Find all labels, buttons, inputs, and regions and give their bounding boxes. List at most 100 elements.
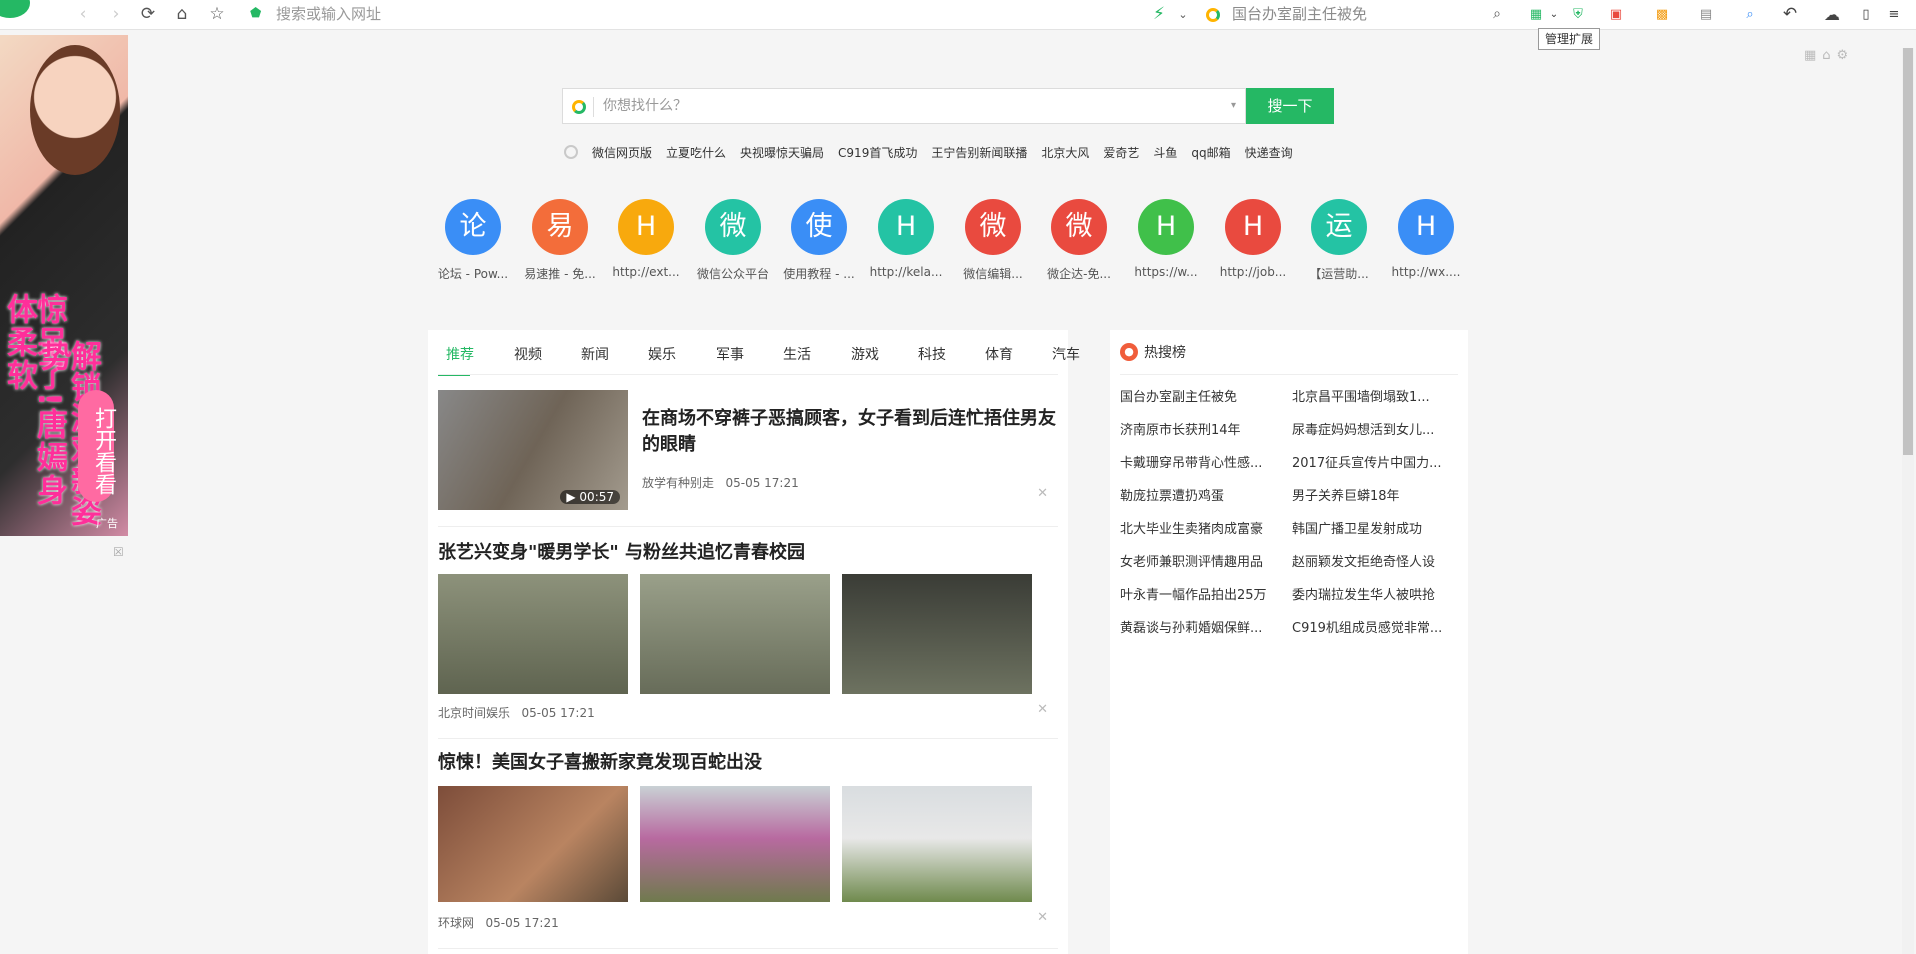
app-shortcut[interactable]: 使使用教程 - ... xyxy=(776,199,862,282)
hotword-link[interactable]: 北京大风 xyxy=(1041,144,1089,161)
hot-item[interactable]: 叶永青一幅作品拍出25万 xyxy=(1120,584,1285,603)
tab-recommend[interactable]: 推荐 xyxy=(438,344,482,376)
hotword-link[interactable]: 微信网页版 xyxy=(592,144,652,161)
forward-icon[interactable]: › xyxy=(105,3,127,25)
hotword-link[interactable]: qq邮箱 xyxy=(1191,144,1230,161)
chevron-down-icon[interactable]: ⌄ xyxy=(1172,3,1194,25)
hot-item[interactable]: 委内瑞拉发生华人被哄抢 xyxy=(1292,584,1457,603)
hot-item[interactable]: 国台办室副主任被免 xyxy=(1120,386,1285,405)
ad-close-icon[interactable]: ☒ xyxy=(113,546,126,559)
news-image[interactable] xyxy=(438,574,628,694)
tab-games[interactable]: 游戏 xyxy=(843,344,887,364)
hot-item[interactable]: C919机组成员感觉非常... xyxy=(1292,617,1457,636)
app-shortcut[interactable]: 论论坛 - Pow... xyxy=(430,199,516,282)
hotword-link[interactable]: 爱奇艺 xyxy=(1103,144,1139,161)
app-icon: 使 xyxy=(791,199,847,255)
news-title[interactable]: 张艺兴变身"暖男学长" 与粉丝共追忆青春校园 xyxy=(438,540,1058,566)
hot-item[interactable]: 女老师兼职测评情趣用品 xyxy=(1120,551,1285,570)
tab-video[interactable]: 视频 xyxy=(506,344,550,364)
tab-tech[interactable]: 科技 xyxy=(910,344,954,364)
news-item[interactable]: 张艺兴变身"暖男学长" 与粉丝共追忆青春校园 北京时间娱乐 05-05 17:2… xyxy=(438,540,1058,720)
news-image[interactable] xyxy=(842,786,1032,902)
hot-item[interactable]: 韩国广播卫星发射成功 xyxy=(1292,518,1457,537)
hot-item[interactable]: 黄磊谈与孙莉婚姻保鲜... xyxy=(1120,617,1285,636)
tab-life[interactable]: 生活 xyxy=(775,344,819,364)
hot-item[interactable]: 2017征兵宣传片中国力... xyxy=(1292,452,1457,471)
browser-logo[interactable] xyxy=(0,0,30,18)
refresh-icon[interactable]: ⟳ xyxy=(137,3,159,25)
news-item[interactable]: 惊悚！美国女子喜搬新家竟发现百蛇出没 环球网 05-05 17:21 ✕ xyxy=(438,750,1058,930)
cloud-icon[interactable]: ☁ xyxy=(1822,4,1842,24)
main-search-box[interactable]: 你想找什么？ ▾ xyxy=(562,88,1246,124)
close-icon[interactable]: ✕ xyxy=(1037,486,1048,501)
app-label: 微信公众平台 xyxy=(696,267,769,281)
app-shortcut[interactable]: 微微企达-免... xyxy=(1036,199,1122,282)
tab-entertainment[interactable]: 娱乐 xyxy=(640,344,684,364)
page-settings-icons[interactable]: ▦⌂⚙ xyxy=(1804,48,1862,66)
close-icon[interactable]: ✕ xyxy=(1037,702,1048,717)
mobile-icon[interactable]: ▯ xyxy=(1856,4,1876,24)
news-title[interactable]: 惊悚！美国女子喜搬新家竟发现百蛇出没 xyxy=(438,750,1058,776)
tab-news[interactable]: 新闻 xyxy=(573,344,617,364)
security-shield-icon[interactable]: ⛨ xyxy=(1568,4,1588,24)
hot-item[interactable]: 勒庞拉票遭扔鸡蛋 xyxy=(1120,485,1285,504)
app-label: http://ext... xyxy=(612,265,680,279)
magnifier-icon[interactable]: ⌕ xyxy=(1740,4,1760,24)
news-title[interactable]: 在商场不穿裤子恶搞顾客，女子看到后连忙捂住男友的眼睛 xyxy=(642,406,1062,458)
news-image[interactable] xyxy=(640,786,830,902)
left-ad-banner[interactable]: 惊呆了!唐嫣身体柔软 解锁游戏新姿势 打开看看 广告 xyxy=(0,35,128,536)
lightning-icon[interactable]: ⚡ xyxy=(1148,3,1170,25)
gear-icon[interactable] xyxy=(564,145,578,159)
hotword-link[interactable]: 立夏吃什么 xyxy=(666,144,726,161)
app-shortcut[interactable]: 易易速推 - 免... xyxy=(517,199,603,282)
hot-item[interactable]: 北大毕业生卖猪肉成富豪 xyxy=(1120,518,1285,537)
hotword-link[interactable]: 王宁告别新闻联播 xyxy=(931,144,1027,161)
app-shortcut[interactable]: 微微信编辑... xyxy=(950,199,1036,282)
hot-item[interactable]: 北京昌平围墙倒塌致1... xyxy=(1292,386,1457,405)
home-icon[interactable]: ⌂ xyxy=(171,3,193,25)
menu-icon[interactable]: ≡ xyxy=(1884,4,1904,24)
undo-icon[interactable]: ↶ xyxy=(1780,4,1800,24)
scrollbar-thumb[interactable] xyxy=(1903,48,1913,455)
star-icon[interactable]: ☆ xyxy=(206,3,228,25)
app-shortcut[interactable]: Hhttps://w... xyxy=(1123,199,1209,279)
news-image[interactable] xyxy=(438,786,628,902)
hot-item[interactable]: 卡戴珊穿吊带背心性感... xyxy=(1120,452,1285,471)
toolbar-search-input[interactable]: 国台办室副主任被免 xyxy=(1232,3,1492,25)
news-image[interactable] xyxy=(640,574,830,694)
hotword-link[interactable]: 斗鱼 xyxy=(1153,144,1177,161)
app-shortcut[interactable]: Hhttp://job... xyxy=(1210,199,1296,279)
search-button[interactable]: 搜一下 xyxy=(1246,88,1334,124)
hot-item[interactable]: 男子关养巨蟒18年 xyxy=(1292,485,1457,504)
pdf-icon[interactable]: ▣ xyxy=(1606,4,1626,24)
hot-item[interactable]: 济南原市长获刑14年 xyxy=(1120,419,1285,438)
hot-item[interactable]: 赵丽颖发文拒绝奇怪人设 xyxy=(1292,551,1457,570)
image-icon[interactable]: ▤ xyxy=(1696,4,1716,24)
chevron-down-icon[interactable]: ⌄ xyxy=(1544,4,1564,24)
app-shortcut[interactable]: 运【运营助... xyxy=(1296,199,1382,282)
hotword-link[interactable]: 央视曝惊天骗局 xyxy=(740,144,824,161)
app-shortcut[interactable]: 微微信公众平台 xyxy=(690,199,776,282)
app-shortcut[interactable]: Hhttp://wx.... xyxy=(1383,199,1469,279)
news-item[interactable]: ▶ 00:57 在商场不穿裤子恶搞顾客，女子看到后连忙捂住男友的眼睛 放学有种别… xyxy=(438,390,1058,510)
page-scrollbar[interactable] xyxy=(1902,48,1914,954)
news-image[interactable] xyxy=(842,574,1032,694)
tab-sports[interactable]: 体育 xyxy=(977,344,1021,364)
app-shortcut[interactable]: Hhttp://kela... xyxy=(863,199,949,279)
video-thumbnail[interactable]: ▶ 00:57 xyxy=(438,390,628,510)
tab-military[interactable]: 军事 xyxy=(708,344,752,364)
ad-cta-button[interactable]: 打开看看 xyxy=(78,390,116,502)
hotword-link[interactable]: 快递查询 xyxy=(1245,144,1293,161)
address-bar[interactable]: 搜索或输入网址 xyxy=(276,5,1216,24)
search-icon[interactable]: ⌕ xyxy=(1486,3,1508,25)
app-shortcut[interactable]: Hhttp://ext... xyxy=(603,199,689,279)
screenshot-icon[interactable]: ▩ xyxy=(1652,4,1672,24)
extensions-icon[interactable]: ▦ xyxy=(1526,4,1546,24)
search-engine-icon[interactable] xyxy=(1206,8,1220,22)
chevron-down-icon[interactable]: ▾ xyxy=(1231,89,1236,123)
hotword-link[interactable]: C919首飞成功 xyxy=(838,144,917,161)
tab-auto[interactable]: 汽车 xyxy=(1044,344,1088,364)
back-icon[interactable]: ‹ xyxy=(72,3,94,25)
hot-item[interactable]: 尿毒症妈妈想活到女儿... xyxy=(1292,419,1457,438)
close-icon[interactable]: ✕ xyxy=(1037,910,1048,925)
